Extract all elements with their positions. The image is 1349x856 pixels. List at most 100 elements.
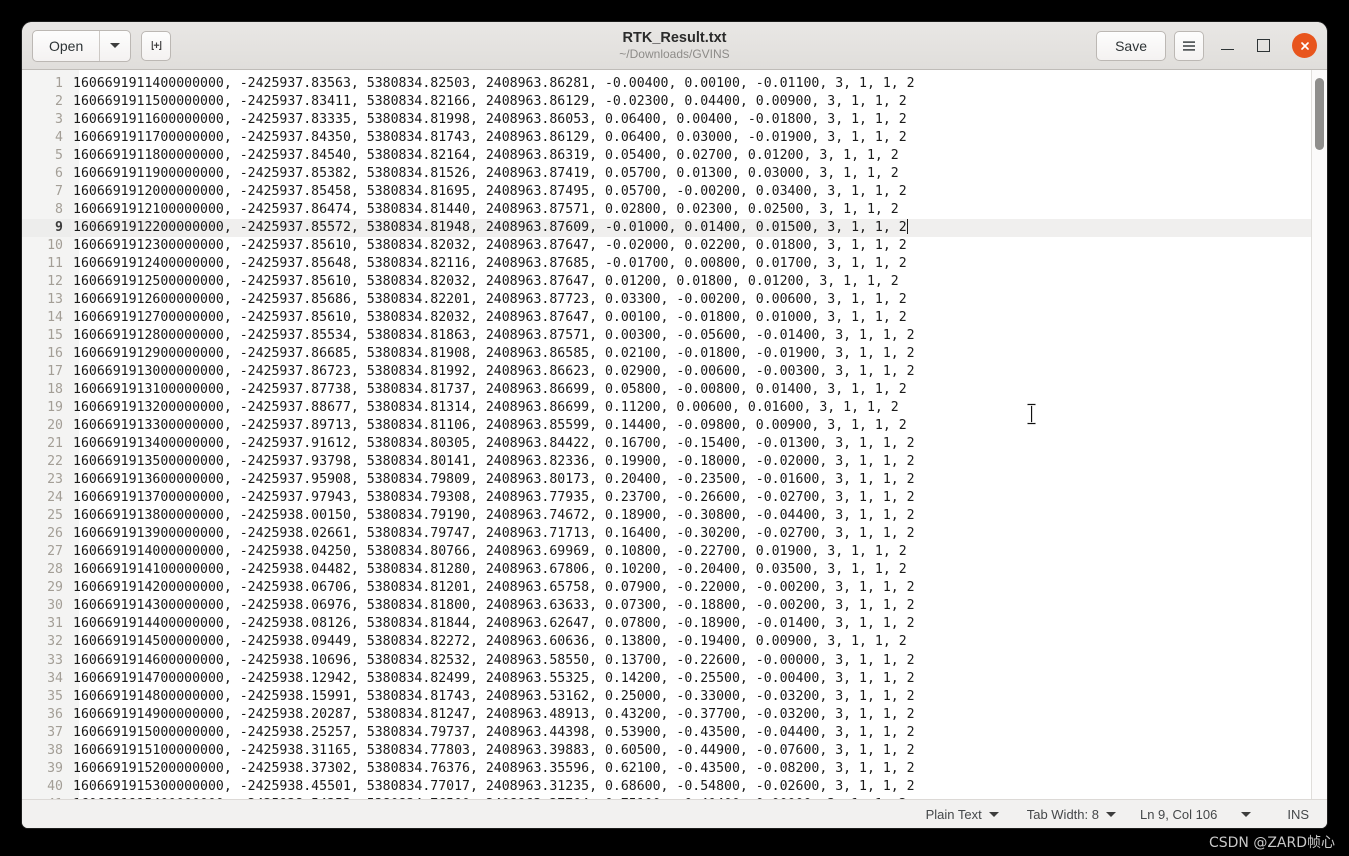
line-text: 1606691912200000000, -2425937.85572, 538… <box>73 220 907 236</box>
line-text: 1606691914300000000, -2425938.06976, 538… <box>73 598 915 614</box>
text-view[interactable]: 1 1606691911400000000, -2425937.83563, 53… <box>22 70 1311 799</box>
tab-width-selector[interactable]: Tab Width: 8 <box>1013 803 1130 826</box>
line-number: 31 <box>22 615 71 634</box>
text-lines-container: 1 1606691911400000000, -2425937.83563, 53… <box>22 75 1311 799</box>
line-text: 1606691914700000000, -2425938.12942, 538… <box>73 670 915 686</box>
close-button[interactable] <box>1292 33 1317 58</box>
main-menu-button[interactable] <box>1174 30 1204 61</box>
language-selector[interactable]: Plain Text <box>912 803 1013 826</box>
text-line-row[interactable]: 35 1606691914800000000, -2425938.15991, 5… <box>22 687 1311 706</box>
text-line-row[interactable]: 28 1606691914100000000, -2425938.04482, 5… <box>22 561 1311 580</box>
text-line-row[interactable]: 11 1606691912400000000, -2425937.85648, 5… <box>22 255 1311 274</box>
text-line-row[interactable]: 40 1606691915300000000, -2425938.45501, 5… <box>22 777 1311 796</box>
line-number: 13 <box>22 291 71 310</box>
line-number: 38 <box>22 741 71 760</box>
vertical-scrollbar-thumb[interactable] <box>1315 78 1324 150</box>
cursor-position-dropdown[interactable] <box>1227 803 1265 826</box>
line-text: 1606691915000000000, -2425938.25257, 538… <box>73 724 915 740</box>
text-line-row[interactable]: 13 1606691912600000000, -2425937.85686, 5… <box>22 291 1311 310</box>
chevron-down-icon <box>1241 811 1252 817</box>
new-document-icon <box>151 41 162 50</box>
line-text: 1606691914900000000, -2425938.20287, 538… <box>73 706 915 722</box>
line-text: 1606691911700000000, -2425937.84350, 538… <box>73 130 907 146</box>
line-text: 1606691911800000000, -2425937.84540, 538… <box>73 148 899 164</box>
text-line-row[interactable]: 4 1606691911700000000, -2425937.84350, 53… <box>22 129 1311 148</box>
line-text: 1606691914800000000, -2425938.15991, 538… <box>73 688 915 704</box>
open-button[interactable]: Open <box>33 31 99 61</box>
line-number: 25 <box>22 507 71 526</box>
line-number: 20 <box>22 417 71 436</box>
open-dropdown-button[interactable] <box>99 30 130 61</box>
text-line-row[interactable]: 5 1606691911800000000, -2425937.84540, 53… <box>22 147 1311 166</box>
chevron-down-icon <box>110 43 121 48</box>
text-line-row[interactable]: 25 1606691913800000000, -2425938.00150, 5… <box>22 507 1311 526</box>
line-text: 1606691913200000000, -2425937.88677, 538… <box>73 400 899 416</box>
text-line-row[interactable]: 17 1606691913000000000, -2425937.86723, 5… <box>22 363 1311 382</box>
text-line-row[interactable]: 7 1606691912000000000, -2425937.85458, 53… <box>22 183 1311 202</box>
text-line-row[interactable]: 12 1606691912500000000, -2425937.85610, 5… <box>22 273 1311 292</box>
text-line-row[interactable]: 16 1606691912900000000, -2425937.86685, 5… <box>22 345 1311 364</box>
line-number: 24 <box>22 489 71 508</box>
line-text: 1606691915300000000, -2425938.45501, 538… <box>73 778 915 794</box>
save-button[interactable]: Save <box>1096 30 1166 61</box>
text-line-row[interactable]: 3 1606691911600000000, -2425937.83335, 53… <box>22 111 1311 130</box>
text-line-row[interactable]: 24 1606691913700000000, -2425937.97943, 5… <box>22 489 1311 508</box>
new-document-button[interactable] <box>141 30 172 61</box>
minimize-button[interactable] <box>1214 33 1240 59</box>
text-line-row[interactable]: 15 1606691912800000000, -2425937.85534, 5… <box>22 327 1311 346</box>
text-line-row[interactable]: 20 1606691913300000000, -2425937.89713, 5… <box>22 417 1311 436</box>
line-text: 1606691912100000000, -2425937.86474, 538… <box>73 202 899 218</box>
text-line-row[interactable]: 36 1606691914900000000, -2425938.20287, 5… <box>22 705 1311 724</box>
text-line-row[interactable]: 37 1606691915000000000, -2425938.25257, 5… <box>22 723 1311 742</box>
text-line-row[interactable]: 26 1606691913900000000, -2425938.02661, 5… <box>22 525 1311 544</box>
open-split-button[interactable]: Open <box>32 29 132 62</box>
line-text: 1606691911900000000, -2425937.85382, 538… <box>73 166 899 182</box>
line-number: 32 <box>22 633 71 652</box>
line-number: 3 <box>22 111 71 130</box>
line-text: 1606691912500000000, -2425937.85610, 538… <box>73 274 899 290</box>
line-text: 1606691913000000000, -2425937.86723, 538… <box>73 364 915 380</box>
text-line-row[interactable]: 31 1606691914400000000, -2425938.08126, 5… <box>22 615 1311 634</box>
maximize-icon <box>1256 39 1270 52</box>
text-line-row[interactable]: 21 1606691913400000000, -2425937.91612, 5… <box>22 435 1311 454</box>
line-text: 1606691911600000000, -2425937.83335, 538… <box>73 112 907 128</box>
hamburger-menu-icon <box>1183 40 1195 51</box>
text-line-row[interactable]: 22 1606691913500000000, -2425937.93798, 5… <box>22 453 1311 472</box>
text-line-row[interactable]: 19 1606691913200000000, -2425937.88677, 5… <box>22 399 1311 418</box>
text-line-row[interactable]: 30 1606691914300000000, -2425938.06976, 5… <box>22 597 1311 616</box>
text-line-row[interactable]: 27 1606691914000000000, -2425938.04250, 5… <box>22 543 1311 562</box>
text-line-row[interactable]: 2 1606691911500000000, -2425937.83411, 53… <box>22 93 1311 112</box>
line-text: 1606691915200000000, -2425938.37302, 538… <box>73 760 915 776</box>
text-caret <box>906 219 908 235</box>
text-line-row[interactable]: 14 1606691912700000000, -2425937.85610, 5… <box>22 309 1311 328</box>
line-number: 8 <box>22 201 71 220</box>
text-line-row[interactable]: 9 1606691912200000000, -2425937.85572, 53… <box>22 219 1311 238</box>
text-line-row[interactable]: 1 1606691911400000000, -2425937.83563, 53… <box>22 75 1311 94</box>
text-line-row[interactable]: 8 1606691912100000000, -2425937.86474, 53… <box>22 201 1311 220</box>
text-line-row[interactable]: 18 1606691913100000000, -2425937.87738, 5… <box>22 381 1311 400</box>
text-line-row[interactable]: 6 1606691911900000000, -2425937.85382, 53… <box>22 165 1311 184</box>
vertical-scrollbar[interactable] <box>1311 70 1327 799</box>
line-text: 1606691913800000000, -2425938.00150, 538… <box>73 508 915 524</box>
text-line-row[interactable]: 33 1606691914600000000, -2425938.10696, 5… <box>22 651 1311 670</box>
line-number: 36 <box>22 705 71 724</box>
line-number: 41 <box>22 795 71 799</box>
text-line-row[interactable]: 34 1606691914700000000, -2425938.12942, 5… <box>22 669 1311 688</box>
line-text: 1606691915400000000, -2425938.54353, 538… <box>71 796 907 799</box>
line-text: 1606691914400000000, -2425938.08126, 538… <box>73 616 915 632</box>
line-text: 1606691912600000000, -2425937.85686, 538… <box>73 292 907 308</box>
maximize-button[interactable] <box>1250 33 1276 59</box>
line-number: 21 <box>22 435 71 454</box>
text-line-row[interactable]: 10 1606691912300000000, -2425937.85610, 5… <box>22 237 1311 256</box>
line-number: 9 <box>22 219 71 238</box>
text-editor-window: RTK_Result.txt ~/Downloads/GVINS Open Sa… <box>22 22 1327 828</box>
text-line-row[interactable]: 411606691915400000000, -2425938.54353, 5… <box>22 795 1311 799</box>
line-text: 1606691913500000000, -2425937.93798, 538… <box>73 454 915 470</box>
text-line-row[interactable]: 23 1606691913600000000, -2425937.95908, 5… <box>22 471 1311 490</box>
text-line-row[interactable]: 38 1606691915100000000, -2425938.31165, 5… <box>22 741 1311 760</box>
text-line-row[interactable]: 29 1606691914200000000, -2425938.06706, 5… <box>22 579 1311 598</box>
window-headerbar: RTK_Result.txt ~/Downloads/GVINS Open Sa… <box>22 22 1327 70</box>
text-line-row[interactable]: 32 1606691914500000000, -2425938.09449, 5… <box>22 633 1311 652</box>
text-line-row[interactable]: 39 1606691915200000000, -2425938.37302, 5… <box>22 759 1311 778</box>
chevron-down-icon <box>988 811 999 817</box>
